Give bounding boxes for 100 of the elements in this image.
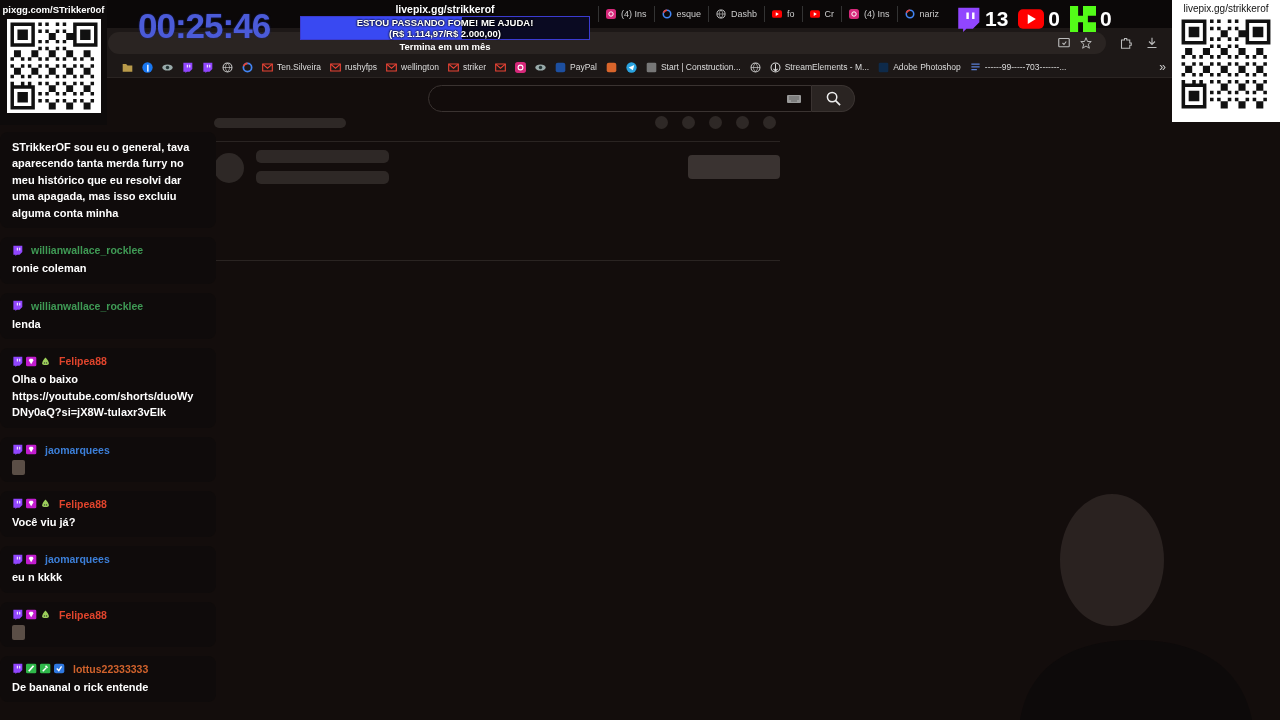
bookmark[interactable]	[182, 61, 193, 73]
globe-icon	[716, 9, 727, 19]
goal-deadline: Termina em um mês	[399, 41, 491, 53]
download-icon[interactable]	[1146, 36, 1158, 49]
tab-title: (4) Ins	[864, 9, 890, 19]
tab-title: nariz	[919, 9, 940, 19]
chat-bubble-icon	[12, 244, 23, 256]
eye-icon	[162, 61, 173, 73]
browser-tab[interactable]: Cr	[801, 6, 842, 22]
bookmark[interactable]	[202, 61, 213, 73]
pear-icon	[40, 355, 51, 367]
star-icon[interactable]	[1080, 36, 1092, 49]
chat-text: lenda	[12, 316, 42, 332]
eye-icon	[535, 61, 546, 73]
browser-tab[interactable]: fo	[764, 6, 802, 22]
screen-cast-icon	[1058, 36, 1070, 49]
chat-bubble-icon	[12, 498, 23, 509]
stream-timer: 00:25:46	[138, 6, 271, 46]
viewer-count: 0	[1048, 7, 1061, 31]
chat-bubble-icon	[12, 553, 23, 565]
chat-text: ronie coleman	[12, 261, 88, 276]
bookmark[interactable]: Adobe Photoshop	[878, 61, 961, 73]
globe-icon	[749, 61, 761, 73]
chat-bubble-icon	[182, 61, 193, 73]
chat-bubble-icon	[12, 355, 23, 367]
bookmark[interactable]	[222, 61, 233, 73]
emote-placeholder	[12, 459, 25, 475]
chat-text: Você viu já?	[12, 514, 77, 530]
gem-icon	[26, 444, 37, 455]
square-logo-icon	[878, 61, 890, 73]
camera-icon	[849, 9, 860, 19]
camera-icon	[515, 61, 526, 73]
bookmark[interactable]: ------99-----703-------...	[969, 61, 1067, 73]
square-logo-icon	[555, 61, 566, 73]
envelope-icon	[495, 61, 506, 73]
chat-username: jaomarquees	[45, 553, 110, 565]
square-logo-icon	[605, 61, 617, 73]
bookmark[interactable]: striker	[447, 61, 486, 73]
gem-icon	[26, 553, 37, 565]
browser-tab[interactable]: nariz	[896, 6, 947, 22]
bookmark[interactable]	[122, 61, 133, 73]
keyboard-icon[interactable]	[787, 93, 801, 104]
viewer-count: 13	[985, 7, 1009, 31]
bookmark[interactable]	[749, 61, 761, 73]
chat-text: De bananal o rick entende	[12, 679, 150, 695]
bookmark[interactable]: Start | Construction...	[645, 61, 741, 73]
bookmark[interactable]	[142, 61, 153, 73]
bookmark[interactable]: rushyfps	[329, 61, 378, 73]
viewer-count: 0	[1100, 7, 1112, 31]
lines-icon	[969, 61, 981, 73]
pear-icon	[40, 609, 51, 620]
bookmark[interactable]	[625, 61, 637, 73]
bookmark[interactable]: StreamElements - M...	[769, 61, 870, 73]
bookmark[interactable]	[515, 61, 526, 73]
loading-dot	[682, 116, 695, 129]
browser-tab[interactable]: (4) Ins	[841, 6, 897, 22]
play-icon	[809, 9, 820, 19]
tab-title: fo	[787, 9, 795, 19]
ring-icon	[904, 9, 915, 19]
browser-tab[interactable]: Dashb	[708, 6, 765, 22]
search-field[interactable]	[428, 85, 812, 112]
chat-username: Felipea88	[59, 497, 107, 510]
chat-bubble-icon	[12, 300, 23, 311]
avatar-placeholder	[214, 153, 244, 183]
bookmark[interactable]	[535, 61, 546, 73]
pear-icon	[40, 498, 51, 509]
search-icon	[825, 91, 841, 106]
circle-logo-icon	[142, 61, 153, 73]
wrench-icon	[40, 663, 51, 674]
chat-text: STrikkerOF sou eu o general, tava aparecendo tanta merda furry no meu histórico que eu resolvi dar uma apagada, mas isso excluiu alguma conta minha	[12, 139, 191, 221]
bookmark[interactable]: Ten.Silveira	[262, 61, 321, 73]
bookmark[interactable]: wellington	[386, 61, 439, 73]
loading-dot	[763, 116, 776, 129]
check-icon	[54, 663, 65, 674]
chat-text: Olha o baixo https://youtube.com/shorts/duoWyDNy0aQ?si=jX8W-tulaxr3vElk	[12, 372, 195, 420]
camera-icon	[606, 9, 616, 19]
chat-username: Felipea88	[59, 608, 107, 621]
envelope-icon	[262, 61, 273, 73]
chat-username: willianwallace_rocklee	[31, 299, 144, 312]
loading-dot	[736, 116, 749, 129]
chat-username: jaomarquees	[45, 443, 110, 456]
gem-icon	[26, 355, 37, 367]
browser-tab[interactable]: (4) Ins	[598, 6, 654, 22]
chat-bubble-icon	[955, 6, 981, 32]
envelope-icon	[386, 61, 398, 73]
chat-username: willianwallace_rocklee	[31, 244, 144, 256]
tab-title: (4) Ins	[621, 9, 647, 19]
loading-dot	[709, 116, 722, 129]
browser-tab[interactable]: esque	[653, 6, 709, 22]
bookmark[interactable]	[162, 61, 173, 73]
square-logo-icon	[645, 61, 657, 73]
emote-placeholder	[12, 624, 25, 640]
chat-username: lottus22333333	[73, 662, 149, 675]
ring-icon	[242, 61, 253, 73]
chat-bubble-icon	[12, 444, 23, 455]
puzzle-icon[interactable]	[1120, 36, 1132, 49]
ring-icon	[661, 9, 672, 19]
bookmark[interactable]: PayPal	[555, 61, 597, 73]
more-bookmarks-button[interactable]: »	[1159, 60, 1166, 74]
search-button[interactable]	[812, 85, 855, 112]
